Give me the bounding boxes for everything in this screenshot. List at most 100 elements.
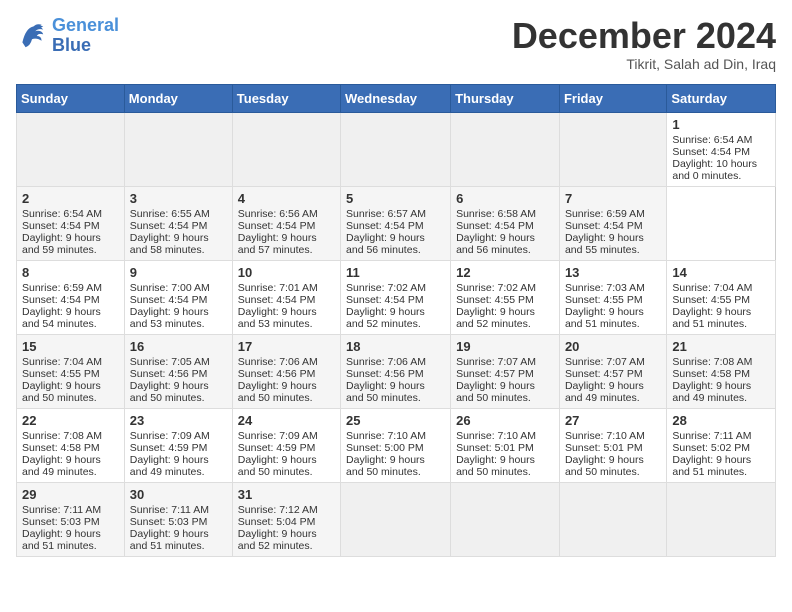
sunset-text: Sunset: 4:54 PM — [130, 220, 208, 232]
day-header-thursday: Thursday — [451, 84, 560, 112]
calendar-day-cell: 30Sunrise: 7:11 AMSunset: 5:03 PMDayligh… — [124, 482, 232, 556]
daylight-text: Daylight: 9 hours and 59 minutes. — [22, 232, 101, 256]
logo-icon — [16, 20, 48, 52]
sunset-text: Sunset: 4:56 PM — [130, 368, 208, 380]
sunset-text: Sunset: 4:55 PM — [672, 294, 750, 306]
calendar-week-row: 15Sunrise: 7:04 AMSunset: 4:55 PMDayligh… — [17, 334, 776, 408]
calendar-day-cell: 5Sunrise: 6:57 AMSunset: 4:54 PMDaylight… — [341, 186, 451, 260]
day-header-tuesday: Tuesday — [232, 84, 340, 112]
day-number: 21 — [672, 339, 770, 354]
day-header-wednesday: Wednesday — [341, 84, 451, 112]
sunrise-text: Sunrise: 7:10 AM — [456, 430, 536, 442]
calendar-day-cell — [451, 482, 560, 556]
daylight-text: Daylight: 9 hours and 56 minutes. — [456, 232, 535, 256]
sunrise-text: Sunrise: 6:57 AM — [346, 208, 426, 220]
sunrise-text: Sunrise: 6:56 AM — [238, 208, 318, 220]
daylight-text: Daylight: 9 hours and 51 minutes. — [565, 306, 644, 330]
sunset-text: Sunset: 4:54 PM — [346, 294, 424, 306]
sunset-text: Sunset: 4:54 PM — [238, 294, 316, 306]
sunrise-text: Sunrise: 7:11 AM — [22, 504, 101, 516]
daylight-text: Daylight: 9 hours and 53 minutes. — [130, 306, 209, 330]
sunrise-text: Sunrise: 7:02 AM — [456, 282, 536, 294]
sunrise-text: Sunrise: 7:00 AM — [130, 282, 210, 294]
day-number: 11 — [346, 265, 445, 280]
calendar-day-cell: 24Sunrise: 7:09 AMSunset: 4:59 PMDayligh… — [232, 408, 340, 482]
day-number: 5 — [346, 191, 445, 206]
sunrise-text: Sunrise: 6:54 AM — [672, 134, 752, 146]
daylight-text: Daylight: 9 hours and 50 minutes. — [130, 380, 209, 404]
sunrise-text: Sunrise: 7:01 AM — [238, 282, 318, 294]
day-number: 31 — [238, 487, 335, 502]
daylight-text: Daylight: 9 hours and 52 minutes. — [456, 306, 535, 330]
day-number: 10 — [238, 265, 335, 280]
sunrise-text: Sunrise: 6:55 AM — [130, 208, 210, 220]
sunset-text: Sunset: 5:02 PM — [672, 442, 750, 454]
day-number: 7 — [565, 191, 661, 206]
day-number: 15 — [22, 339, 119, 354]
calendar-day-cell: 12 Sunrise: 7:02 AMSunset: 4:55 PMDayligh… — [451, 260, 560, 334]
sunset-text: Sunset: 4:57 PM — [456, 368, 534, 380]
daylight-text: Daylight: 9 hours and 57 minutes. — [238, 232, 317, 256]
calendar-day-cell: 19Sunrise: 7:07 AMSunset: 4:57 PMDayligh… — [451, 334, 560, 408]
daylight-text: Daylight: 9 hours and 50 minutes. — [456, 454, 535, 478]
day-number: 4 — [238, 191, 335, 206]
calendar-day-cell — [667, 482, 776, 556]
calendar-day-cell: 23Sunrise: 7:09 AMSunset: 4:59 PMDayligh… — [124, 408, 232, 482]
calendar-day-cell: 31Sunrise: 7:12 AMSunset: 5:04 PMDayligh… — [232, 482, 340, 556]
daylight-text: Daylight: 9 hours and 49 minutes. — [130, 454, 209, 478]
sunrise-text: Sunrise: 7:12 AM — [238, 504, 318, 516]
calendar-day-cell: 13Sunrise: 7:03 AMSunset: 4:55 PMDayligh… — [559, 260, 666, 334]
day-number: 17 — [238, 339, 335, 354]
logo-text: General Blue — [52, 16, 119, 56]
sunrise-text: Sunrise: 6:59 AM — [565, 208, 645, 220]
daylight-text: Daylight: 9 hours and 55 minutes. — [565, 232, 644, 256]
calendar-week-row: 8Sunrise: 6:59 AMSunset: 4:54 PMDaylight… — [17, 260, 776, 334]
sunset-text: Sunset: 4:54 PM — [130, 294, 208, 306]
day-number: 24 — [238, 413, 335, 428]
sunset-text: Sunset: 4:54 PM — [346, 220, 424, 232]
logo: General Blue — [16, 16, 119, 56]
sunset-text: Sunset: 4:54 PM — [672, 146, 750, 158]
daylight-text: Daylight: 9 hours and 49 minutes. — [565, 380, 644, 404]
sunset-text: Sunset: 4:56 PM — [238, 368, 316, 380]
day-number: 18 — [346, 339, 445, 354]
day-number: 23 — [130, 413, 227, 428]
calendar-day-cell — [17, 112, 125, 186]
sunrise-text: Sunrise: 7:06 AM — [238, 356, 318, 368]
daylight-text: Daylight: 9 hours and 50 minutes. — [22, 380, 101, 404]
daylight-text: Daylight: 9 hours and 52 minutes. — [346, 306, 425, 330]
day-number: 27 — [565, 413, 661, 428]
day-number: 25 — [346, 413, 445, 428]
sunrise-text: Sunrise: 6:59 AM — [22, 282, 102, 294]
day-number: 6 — [456, 191, 554, 206]
calendar-day-cell: 1Sunrise: 6:54 AMSunset: 4:54 PMDaylight… — [667, 112, 776, 186]
daylight-text: Daylight: 9 hours and 51 minutes. — [672, 306, 751, 330]
sunrise-text: Sunrise: 6:58 AM — [456, 208, 536, 220]
day-number: 12 — [456, 265, 554, 280]
daylight-text: Daylight: 9 hours and 50 minutes. — [565, 454, 644, 478]
calendar-day-cell: 2Sunrise: 6:54 AMSunset: 4:54 PMDaylight… — [17, 186, 125, 260]
daylight-text: Daylight: 9 hours and 50 minutes. — [238, 454, 317, 478]
sunrise-text: Sunrise: 7:10 AM — [346, 430, 426, 442]
daylight-text: Daylight: 9 hours and 50 minutes. — [238, 380, 317, 404]
sunrise-text: Sunrise: 7:04 AM — [22, 356, 102, 368]
sunset-text: Sunset: 4:54 PM — [22, 294, 100, 306]
calendar-day-cell — [559, 112, 666, 186]
calendar-day-cell: 26Sunrise: 7:10 AMSunset: 5:01 PMDayligh… — [451, 408, 560, 482]
daylight-text: Daylight: 9 hours and 54 minutes. — [22, 306, 101, 330]
day-number: 20 — [565, 339, 661, 354]
title-block: December 2024 Tikrit, Salah ad Din, Iraq — [512, 16, 776, 72]
sunrise-text: Sunrise: 7:03 AM — [565, 282, 645, 294]
calendar-day-cell: 6Sunrise: 6:58 AMSunset: 4:54 PMDaylight… — [451, 186, 560, 260]
daylight-text: Daylight: 9 hours and 51 minutes. — [672, 454, 751, 478]
month-title: December 2024 — [512, 16, 776, 56]
location: Tikrit, Salah ad Din, Iraq — [512, 56, 776, 72]
daylight-text: Daylight: 9 hours and 50 minutes. — [346, 380, 425, 404]
day-number: 16 — [130, 339, 227, 354]
sunrise-text: Sunrise: 6:54 AM — [22, 208, 102, 220]
sunset-text: Sunset: 4:55 PM — [456, 294, 534, 306]
calendar-day-cell: 3Sunrise: 6:55 AMSunset: 4:54 PMDaylight… — [124, 186, 232, 260]
sunset-text: Sunset: 5:01 PM — [565, 442, 643, 454]
daylight-text: Daylight: 10 hours and 0 minutes. — [672, 158, 757, 182]
calendar-header-row: SundayMondayTuesdayWednesdayThursdayFrid… — [17, 84, 776, 112]
